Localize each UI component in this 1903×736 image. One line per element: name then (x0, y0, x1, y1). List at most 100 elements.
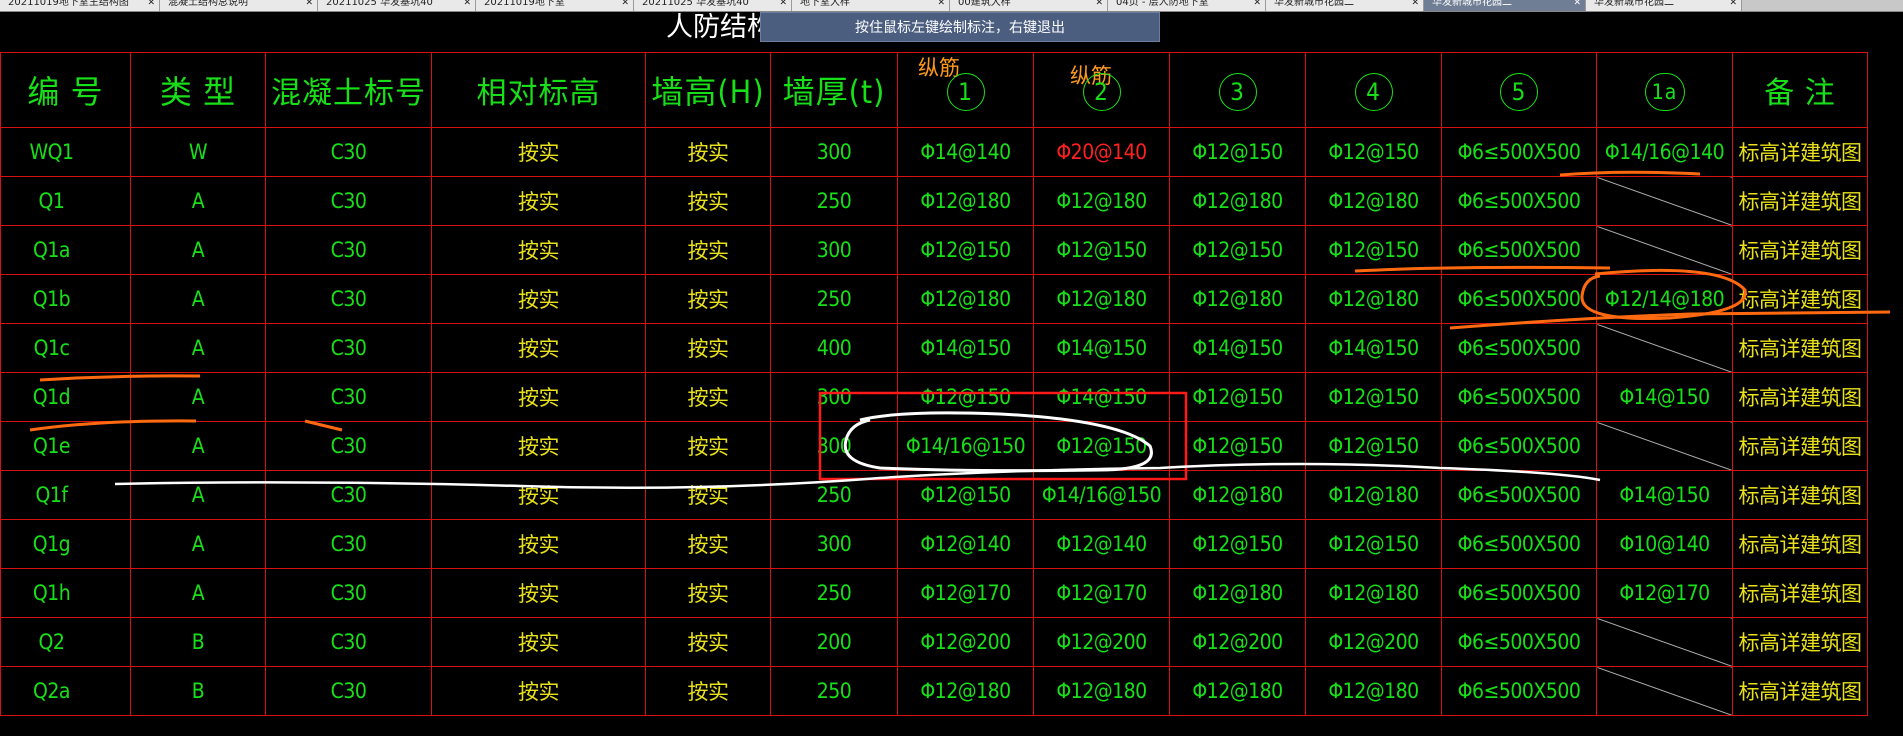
remark-cell: 标高详建筑图 (1732, 127, 1868, 177)
header-cell: 4 (1305, 52, 1442, 128)
rebar-1a-cell: Φ14/16@140 (1596, 127, 1733, 177)
circle-number: 3 (1218, 72, 1257, 111)
table-row: Q1 A C30 按实 按实 250 Φ12@180 Φ12@180 Φ12@180 Φ12@18… (0, 176, 1868, 226)
close-icon[interactable]: ✕ (1729, 0, 1737, 8)
wall-type-cell: A (130, 176, 266, 226)
tab-label: 地下室大样 (800, 0, 850, 8)
relative-elevation-cell: 按实 (431, 176, 646, 226)
rebar-2-cell: Φ12@180 (1033, 176, 1170, 226)
rebar-4-cell: Φ12@150 (1305, 519, 1442, 569)
rebar-5-cell: Φ6≤500X500 (1441, 274, 1597, 324)
wall-thickness-cell: 300 (770, 225, 898, 275)
tab-label: 04页 - 层人防地下室 (1116, 0, 1209, 8)
wall-type-cell: B (130, 666, 266, 716)
wall-type-cell: A (130, 372, 266, 422)
wall-thickness-cell: 300 (770, 372, 898, 422)
relative-elevation-cell: 按实 (431, 617, 646, 667)
concrete-grade-cell: C30 (265, 323, 432, 373)
close-icon[interactable]: ✕ (1253, 0, 1261, 8)
concrete-grade-cell: C30 (265, 666, 432, 716)
rebar-3-cell: Φ12@180 (1169, 666, 1306, 716)
tab-label: 华发新城市花园二 (1594, 0, 1674, 8)
wall-height-cell: 按实 (645, 421, 771, 471)
circle-number: 1a (1644, 73, 1685, 111)
rebar-1-cell: Φ12@200 (897, 617, 1034, 667)
wall-id-cell: Q1g (0, 519, 131, 569)
close-icon[interactable]: ✕ (937, 0, 945, 8)
rebar-2-cell: Φ20@140 (1033, 127, 1170, 177)
rebar-1-cell: Φ14@150 (897, 323, 1034, 373)
rebar-1a-cell (1596, 225, 1733, 275)
doc-tab[interactable]: 20211019地下室 ✕ (476, 0, 634, 11)
tab-label: 20211019地下室主结构图 (8, 0, 129, 8)
rebar-4-cell: Φ12@180 (1305, 176, 1442, 226)
wall-id-cell: Q1h (0, 568, 131, 618)
table-row: Q1g A C30 按实 按实 300 Φ12@140 Φ12@140 Φ12@150 Φ12@1… (0, 519, 1868, 569)
remark-cell: 标高详建筑图 (1732, 176, 1868, 226)
rebar-4-cell: Φ12@180 (1305, 470, 1442, 520)
doc-tab[interactable]: 地下室大样 ✕ (792, 0, 950, 11)
circle-number: 1 (946, 72, 985, 111)
table-row: Q1h A C30 按实 按实 250 Φ12@170 Φ12@170 Φ12@180 Φ12@1… (0, 568, 1868, 618)
rebar-1a-cell: Φ14@150 (1596, 470, 1733, 520)
header-cell: 墙厚(t) (770, 52, 898, 128)
relative-elevation-cell: 按实 (431, 568, 646, 618)
wall-id-cell: Q1b (0, 274, 131, 324)
rebar-1a-cell (1596, 176, 1733, 226)
relative-elevation-cell: 按实 (431, 225, 646, 275)
rebar-3-cell: Φ12@150 (1169, 372, 1306, 422)
rebar-1a-cell (1596, 666, 1733, 716)
rebar-3-cell: Φ12@150 (1169, 421, 1306, 471)
rebar-1-cell: Φ14/16@150 (897, 421, 1034, 471)
close-icon[interactable]: ✕ (779, 0, 787, 8)
wall-id-cell: Q1c (0, 323, 131, 373)
doc-tab[interactable]: 20211025 华发基坑40 ✕ (318, 0, 476, 11)
doc-tab[interactable]: 华发新城市花园二 ✕ (1586, 0, 1742, 11)
wall-type-cell: W (130, 127, 266, 177)
wall-thickness-cell: 300 (770, 519, 898, 569)
close-icon[interactable]: ✕ (463, 0, 471, 8)
rebar-1-cell: Φ12@170 (897, 568, 1034, 618)
close-icon[interactable]: ✕ (147, 0, 155, 8)
tab-label: 华发新城市花园二 (1274, 0, 1354, 8)
table-row: Q2a B C30 按实 按实 250 Φ12@180 Φ12@180 Φ12@180 Φ12@1… (0, 666, 1868, 716)
close-icon[interactable]: ✕ (305, 0, 313, 8)
relative-elevation-cell: 按实 (431, 470, 646, 520)
doc-tab-active[interactable]: 华发新城市花园二 ✕ (1424, 0, 1586, 11)
close-icon[interactable]: ✕ (1095, 0, 1103, 8)
doc-tab[interactable]: 04页 - 层人防地下室 ✕ (1108, 0, 1266, 11)
remark-cell: 标高详建筑图 (1732, 372, 1868, 422)
remark-cell: 标高详建筑图 (1732, 274, 1868, 324)
rebar-5-cell: Φ6≤500X500 (1441, 568, 1597, 618)
wall-height-cell: 按实 (645, 372, 771, 422)
wall-height-cell: 按实 (645, 568, 771, 618)
close-icon[interactable]: ✕ (621, 0, 629, 8)
rebar-1-cell: Φ12@150 (897, 372, 1034, 422)
header-cell: 1 (897, 52, 1034, 128)
wall-thickness-cell: 250 (770, 274, 898, 324)
close-icon[interactable]: ✕ (1573, 0, 1581, 8)
wall-height-cell: 按实 (645, 127, 771, 177)
doc-tab[interactable]: 华发新城市花园二 ✕ (1266, 0, 1424, 11)
doc-tab[interactable]: 混凝土结构总说明 ✕ (160, 0, 318, 11)
rebar-4-cell: Φ12@180 (1305, 568, 1442, 618)
rebar-2-cell: Φ12@180 (1033, 666, 1170, 716)
tab-label: 20211025 华发基坑40 (326, 0, 433, 8)
wall-height-cell: 按实 (645, 617, 771, 667)
wall-id-cell: Q1a (0, 225, 131, 275)
rebar-5-cell: Φ6≤500X500 (1441, 666, 1597, 716)
rebar-4-cell: Φ12@150 (1305, 127, 1442, 177)
concrete-grade-cell: C30 (265, 421, 432, 471)
remark-cell: 标高详建筑图 (1732, 666, 1868, 716)
rebar-4-cell: Φ12@180 (1305, 666, 1442, 716)
concrete-grade-cell: C30 (265, 372, 432, 422)
doc-tab[interactable]: 20211019地下室主结构图 ✕ (0, 0, 160, 11)
table-row: Q1c A C30 按实 按实 400 Φ14@150 Φ14@150 Φ14@150 Φ14@1… (0, 323, 1868, 373)
doc-tab[interactable]: 00建筑大样 ✕ (950, 0, 1108, 11)
wall-type-cell: A (130, 568, 266, 618)
rebar-5-cell: Φ6≤500X500 (1441, 421, 1597, 471)
wall-id-cell: Q1e (0, 421, 131, 471)
close-icon[interactable]: ✕ (1411, 0, 1419, 8)
rebar-5-cell: Φ6≤500X500 (1441, 519, 1597, 569)
remark-cell: 标高详建筑图 (1732, 421, 1868, 471)
